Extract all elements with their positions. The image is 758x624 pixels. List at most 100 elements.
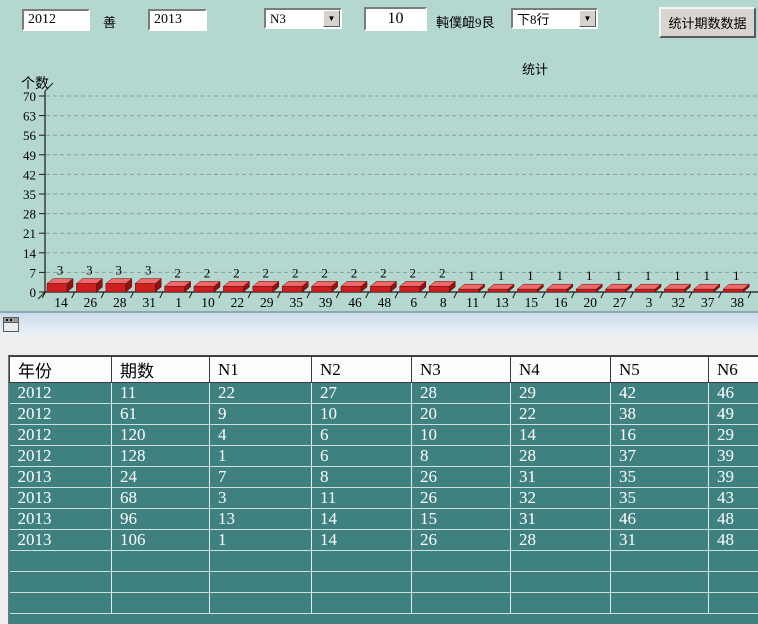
n-column-select[interactable]: N3 ▼ bbox=[264, 8, 342, 29]
table-cell bbox=[510, 571, 611, 593]
table-cell: 4 bbox=[209, 424, 312, 446]
sample-count-input[interactable] bbox=[364, 7, 427, 31]
svg-text:2: 2 bbox=[174, 265, 181, 280]
svg-text:13: 13 bbox=[495, 295, 509, 310]
table-cell: 2012 bbox=[9, 382, 112, 404]
year-from-input[interactable] bbox=[22, 9, 90, 31]
table-cell: 3 bbox=[209, 487, 312, 509]
table-row[interactable]: 2013 24 7 8 26 31 35 39 bbox=[9, 466, 758, 488]
table-cell bbox=[411, 571, 511, 593]
table-cell: 46 bbox=[610, 508, 709, 530]
svg-text:28: 28 bbox=[113, 295, 127, 310]
table-cell: 48 bbox=[708, 529, 758, 551]
table-cell: 42 bbox=[610, 382, 709, 404]
svg-text:21: 21 bbox=[23, 226, 36, 241]
svg-text:2: 2 bbox=[204, 265, 211, 280]
table-cell: 11 bbox=[111, 382, 210, 404]
table-cell: 16 bbox=[610, 424, 709, 446]
table-row[interactable]: 2012 61 9 10 20 22 38 49 bbox=[9, 403, 758, 425]
table-cell: 29 bbox=[708, 424, 758, 446]
svg-text:1: 1 bbox=[175, 295, 182, 310]
stat-periods-button[interactable]: 统计期数数据 bbox=[659, 7, 756, 38]
svg-text:2: 2 bbox=[351, 265, 358, 280]
svg-text:46: 46 bbox=[348, 295, 362, 310]
bar-chart: 07142128354249566370个数314326328331212102… bbox=[21, 76, 758, 310]
table-row[interactable]: 2012 128 1 6 8 28 37 39 bbox=[9, 445, 758, 467]
table-cell: 7 bbox=[209, 466, 312, 488]
table-cell: 28 bbox=[510, 529, 611, 551]
svg-text:1: 1 bbox=[615, 268, 622, 283]
table-body: 2012 11 22 27 28 29 42 46 2012 61 9 10 20 22 38 49 2012 1… bbox=[9, 382, 758, 614]
table-row[interactable] bbox=[9, 550, 758, 572]
svg-text:1: 1 bbox=[645, 268, 652, 283]
table-cell bbox=[9, 592, 112, 614]
column-header: N6 bbox=[708, 356, 758, 383]
table-cell: 1 bbox=[209, 529, 312, 551]
table-cell: 1 bbox=[209, 445, 312, 467]
table-row[interactable]: 2012 120 4 6 10 14 16 29 bbox=[9, 424, 758, 446]
table-cell bbox=[510, 592, 611, 614]
table-row[interactable]: 2013 106 1 14 26 28 31 48 bbox=[9, 529, 758, 551]
table-cell: 20 bbox=[411, 403, 511, 425]
table-cell: 37 bbox=[610, 445, 709, 467]
chevron-down-icon[interactable]: ▼ bbox=[323, 10, 340, 27]
table-cell: 32 bbox=[510, 487, 611, 509]
table-cell: 26 bbox=[411, 466, 511, 488]
app-window: 善 N3 ▼ 軘僕衄9艮 下8行 ▼ 统计期数数据 统计 07142128354… bbox=[0, 0, 758, 624]
year-to-input[interactable] bbox=[148, 9, 207, 31]
chevron-down-icon[interactable]: ▼ bbox=[579, 10, 596, 27]
table-cell: 96 bbox=[111, 508, 210, 530]
table-row[interactable]: 2013 96 13 14 15 31 46 48 bbox=[9, 508, 758, 530]
column-header: N2 bbox=[311, 356, 412, 383]
table-cell bbox=[708, 571, 758, 593]
table-cell bbox=[111, 592, 210, 614]
svg-text:1: 1 bbox=[468, 268, 475, 283]
svg-text:29: 29 bbox=[260, 295, 274, 310]
row-direction-select[interactable]: 下8行 ▼ bbox=[511, 8, 598, 29]
table-row[interactable]: 2012 11 22 27 28 29 42 46 bbox=[9, 382, 758, 404]
svg-text:63: 63 bbox=[23, 109, 36, 124]
svg-text:2: 2 bbox=[263, 265, 270, 280]
table-cell: 68 bbox=[111, 487, 210, 509]
svg-text:48: 48 bbox=[378, 295, 392, 310]
n-column-select-value: N3 bbox=[270, 10, 286, 26]
svg-text:2: 2 bbox=[233, 265, 240, 280]
column-header: N3 bbox=[411, 356, 511, 383]
svg-text:42: 42 bbox=[23, 167, 36, 182]
svg-text:32: 32 bbox=[672, 295, 686, 310]
table-cell: 29 bbox=[510, 382, 611, 404]
svg-text:31: 31 bbox=[142, 295, 156, 310]
table-cell: 10 bbox=[311, 403, 412, 425]
table-cell: 46 bbox=[708, 382, 758, 404]
table-cell: 61 bbox=[111, 403, 210, 425]
svg-text:28: 28 bbox=[23, 207, 36, 222]
table-row[interactable] bbox=[9, 571, 758, 593]
row-offset-label: 軘僕衄9艮 bbox=[436, 15, 495, 30]
table-cell: 13 bbox=[209, 508, 312, 530]
table-cell: 9 bbox=[209, 403, 312, 425]
table-cell: 128 bbox=[111, 445, 210, 467]
table-cell: 39 bbox=[708, 466, 758, 488]
svg-text:3: 3 bbox=[646, 295, 653, 310]
window-panel-icon[interactable] bbox=[3, 317, 19, 332]
table-cell: 2013 bbox=[9, 466, 112, 488]
svg-text:7: 7 bbox=[30, 265, 37, 280]
svg-text:个数: 个数 bbox=[21, 76, 49, 92]
table-cell: 26 bbox=[411, 529, 511, 551]
table-cell: 22 bbox=[510, 403, 611, 425]
svg-text:1: 1 bbox=[704, 268, 711, 283]
svg-text:1: 1 bbox=[557, 268, 564, 283]
table-cell: 35 bbox=[610, 466, 709, 488]
column-header: N5 bbox=[610, 356, 709, 383]
table-row[interactable] bbox=[9, 592, 758, 614]
svg-text:1: 1 bbox=[527, 268, 534, 283]
table-cell bbox=[209, 592, 312, 614]
table-cell: 120 bbox=[111, 424, 210, 446]
table-cell bbox=[311, 550, 412, 572]
table-cell bbox=[411, 550, 511, 572]
table-row[interactable]: 2013 68 3 11 26 32 35 43 bbox=[9, 487, 758, 509]
table-cell: 26 bbox=[411, 487, 511, 509]
table-cell bbox=[708, 550, 758, 572]
svg-text:26: 26 bbox=[84, 295, 98, 310]
toolbar-strip bbox=[0, 311, 758, 335]
